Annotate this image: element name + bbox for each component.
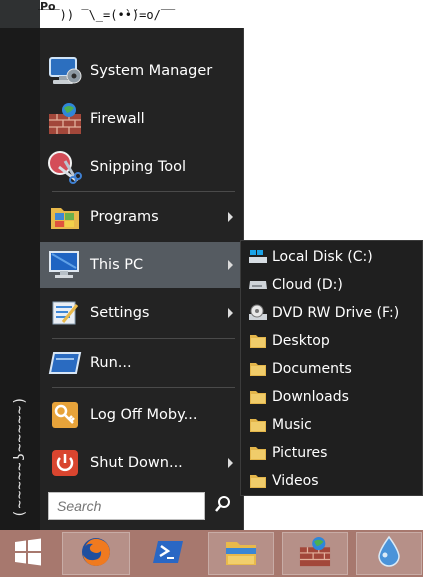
menu-item-label: Programs (90, 209, 159, 225)
submenu-item-pictures[interactable]: Pictures (241, 439, 422, 467)
menu-item-label: Firewall (90, 111, 145, 127)
menu-item-label: This PC (90, 257, 144, 273)
menu-item-label: Snipping Tool (90, 159, 187, 175)
submenu-item-documents[interactable]: Documents (241, 355, 422, 383)
firewall-icon (46, 100, 84, 138)
start-button[interactable] (0, 532, 56, 575)
menu-item-settings[interactable]: Settings (40, 290, 243, 336)
scissors-icon (46, 148, 84, 186)
submenu-item-local-disk[interactable]: Local Disk (C:) (241, 243, 422, 271)
run-icon (46, 344, 84, 382)
menu-item-system-manager[interactable]: System Manager (40, 48, 243, 94)
search-button[interactable] (210, 492, 236, 520)
menu-side-strip: (~~~~~ʖ~~~~~) (0, 28, 40, 530)
file-explorer-button[interactable] (208, 532, 274, 575)
programs-folder-icon (46, 198, 84, 236)
start-menu: (~~~~~ʖ~~~~~) System Manager Firewall Sn… (0, 28, 243, 530)
folder-icon (248, 472, 268, 490)
menu-item-label: System Manager (90, 63, 213, 79)
search-icon (214, 495, 232, 517)
submenu-arrow-icon (228, 260, 233, 270)
submenu-item-label: Videos (272, 473, 319, 489)
submenu-item-label: Downloads (272, 389, 349, 405)
menu-item-label: Run... (90, 355, 132, 371)
settings-icon (46, 294, 84, 332)
folder-icon (248, 332, 268, 350)
local-disk-icon (248, 248, 268, 266)
folder-icon (248, 444, 268, 462)
submenu-item-label: Documents (272, 361, 352, 377)
submenu-item-label: Desktop (272, 333, 330, 349)
menu-item-label: Settings (90, 305, 150, 321)
menu-item-label: Log Off Moby... (90, 407, 198, 423)
key-icon (46, 396, 84, 434)
submenu-item-label: Music (272, 417, 312, 433)
side-strip-text: (~~~~~ʖ~~~~~) (12, 395, 28, 518)
menu-item-this-pc[interactable]: This PC (40, 242, 243, 288)
menu-item-label: Shut Down... (90, 455, 183, 471)
dvd-drive-icon (248, 304, 268, 322)
powershell-icon (151, 538, 185, 570)
this-pc-submenu: Local Disk (C:) Cloud (D:) DVD RW Drive … (240, 240, 423, 496)
submenu-item-videos[interactable]: Videos (241, 467, 422, 495)
windows-logo-icon (13, 537, 43, 571)
folder-icon (248, 416, 268, 434)
submenu-arrow-icon (228, 458, 233, 468)
menu-item-firewall[interactable]: Firewall (40, 96, 243, 142)
firefox-icon (79, 535, 113, 573)
submenu-item-label: Cloud (D:) (272, 277, 343, 293)
search-input[interactable] (48, 492, 205, 520)
menu-item-snipping-tool[interactable]: Snipping Tool (40, 144, 243, 190)
submenu-item-downloads[interactable]: Downloads (241, 383, 422, 411)
menu-item-log-off[interactable]: Log Off Moby... (40, 392, 243, 438)
menu-separator (52, 191, 235, 192)
computer-icon (46, 246, 84, 284)
submenu-arrow-icon (228, 212, 233, 222)
firefox-button[interactable] (62, 532, 130, 575)
submenu-arrow-icon (228, 308, 233, 318)
drop-app-button[interactable] (356, 532, 422, 575)
power-icon (46, 444, 84, 482)
drive-icon (248, 276, 268, 294)
menu-item-run[interactable]: Run... (40, 340, 243, 386)
folder-icon (248, 388, 268, 406)
submenu-item-label: DVD RW Drive (F:) (272, 305, 400, 321)
system-manager-icon (46, 52, 84, 90)
file-explorer-icon (224, 536, 258, 572)
menu-separator (52, 338, 235, 339)
firewall-icon (298, 536, 332, 572)
background-ascii-text: ‾‾‾)) ‾\_=(•̀•́)=o/‾‾ (38, 8, 176, 22)
menu-item-shut-down[interactable]: Shut Down... (40, 440, 243, 486)
submenu-item-desktop[interactable]: Desktop (241, 327, 422, 355)
water-drop-icon (374, 535, 404, 573)
menu-separator (52, 387, 235, 388)
submenu-item-music[interactable]: Music (241, 411, 422, 439)
powershell-button[interactable] (136, 532, 200, 575)
taskbar (0, 530, 423, 577)
menu-item-programs[interactable]: Programs (40, 194, 243, 240)
firewall-button[interactable] (282, 532, 348, 575)
submenu-item-cloud-drive[interactable]: Cloud (D:) (241, 271, 422, 299)
submenu-item-label: Local Disk (C:) (272, 249, 373, 265)
submenu-item-dvd-drive[interactable]: DVD RW Drive (F:) (241, 299, 422, 327)
submenu-item-label: Pictures (272, 445, 328, 461)
folder-icon (248, 360, 268, 378)
